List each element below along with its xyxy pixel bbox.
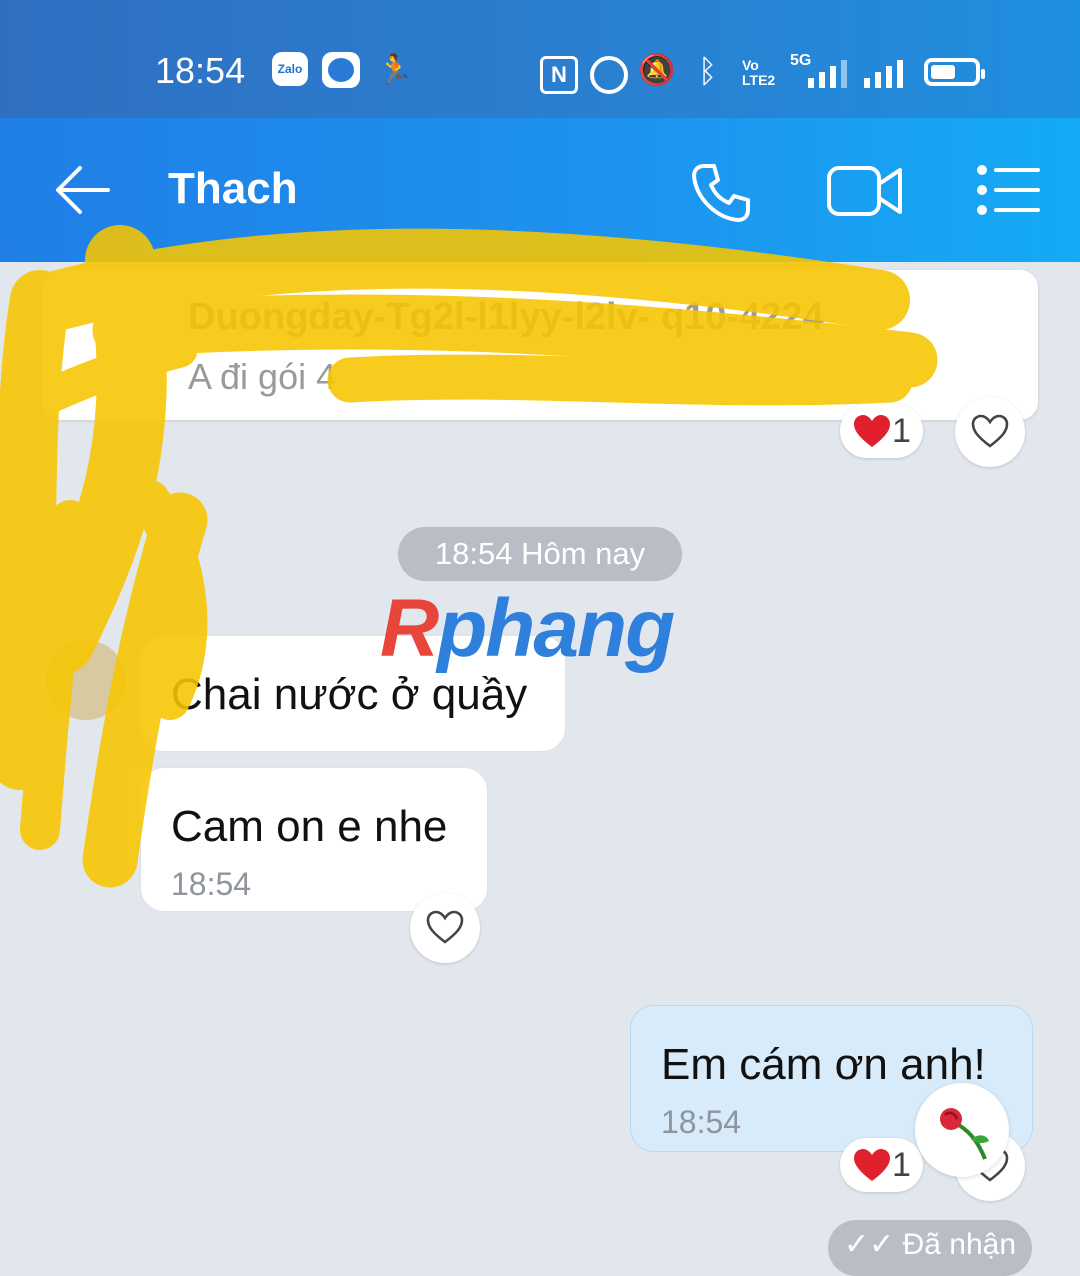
app-notification-icon xyxy=(322,52,360,88)
message-time: 18:54 xyxy=(171,866,252,902)
card-title: Duongday-Tg2l-l1lyy-l2lv- q10-4224 xyxy=(188,296,824,338)
date-separator: 18:54 Hôm nay xyxy=(398,527,682,581)
react-heart-button[interactable] xyxy=(410,893,480,963)
message-text: Cam on e nhe xyxy=(171,802,448,851)
heart-outline-icon xyxy=(426,910,464,944)
battery-icon xyxy=(924,58,985,86)
reaction-count-pill[interactable]: 1 xyxy=(840,404,923,458)
fitness-runner-icon: 🏃 xyxy=(376,54,414,87)
reaction-count-pill[interactable]: 1 xyxy=(840,1138,923,1192)
reaction-count: 1 xyxy=(892,1145,911,1184)
heart-icon xyxy=(854,1149,890,1181)
voice-call-button[interactable] xyxy=(690,162,752,224)
sender-avatar[interactable] xyxy=(46,640,126,720)
zalo-notification-icon: Zalo xyxy=(272,52,308,86)
signal-strength-sim2-icon xyxy=(864,58,903,88)
reaction-count: 1 xyxy=(892,411,911,450)
heart-outline-icon xyxy=(971,414,1009,448)
message-time: 18:54 xyxy=(661,1104,742,1140)
watermark-logo: Rphang xyxy=(380,582,675,676)
card-subtitle: A đi gói 4 xyxy=(188,356,337,397)
back-arrow-icon xyxy=(56,166,110,214)
conversation-menu-button[interactable] xyxy=(976,164,1040,216)
message-text: Chai nước ở quầy xyxy=(171,670,528,719)
volte-icon: Vo LTE2 xyxy=(742,57,776,88)
rose-sticker-icon xyxy=(940,1108,989,1160)
watermark-first-letter: R xyxy=(380,583,439,674)
bluetooth-icon: ᛒ xyxy=(698,53,718,89)
contact-name[interactable]: Thach xyxy=(168,164,298,214)
message-bubble-incoming[interactable]: Cam on e nhe 18:54 xyxy=(140,767,488,912)
status-bar: 18:54 Zalo 🏃 N 🔕 ᛒ Vo LTE2 5G xyxy=(0,0,1080,118)
video-call-button[interactable] xyxy=(826,162,904,220)
react-heart-button[interactable] xyxy=(955,397,1025,467)
chat-header: Thach xyxy=(0,118,1080,262)
nfc-icon: N xyxy=(540,56,578,94)
video-camera-icon xyxy=(827,166,902,216)
delivered-status-badge: ✓✓ Đã nhận xyxy=(828,1220,1032,1276)
signal-strength-sim1-icon xyxy=(808,58,847,88)
phone-icon xyxy=(692,164,750,222)
rose-sticker-reaction[interactable] xyxy=(915,1083,1009,1177)
shared-contact-card[interactable]: Duongday-Tg2l-l1lyy-l2lv- q10-4224 A đi … xyxy=(42,270,1038,420)
mute-icon: 🔕 xyxy=(638,54,676,87)
heart-icon xyxy=(854,415,890,447)
alarm-icon xyxy=(590,56,628,94)
status-time: 18:54 xyxy=(155,50,246,91)
menu-list-icon xyxy=(977,165,1040,215)
watermark-rest: phang xyxy=(437,583,675,674)
back-button[interactable] xyxy=(54,164,112,216)
